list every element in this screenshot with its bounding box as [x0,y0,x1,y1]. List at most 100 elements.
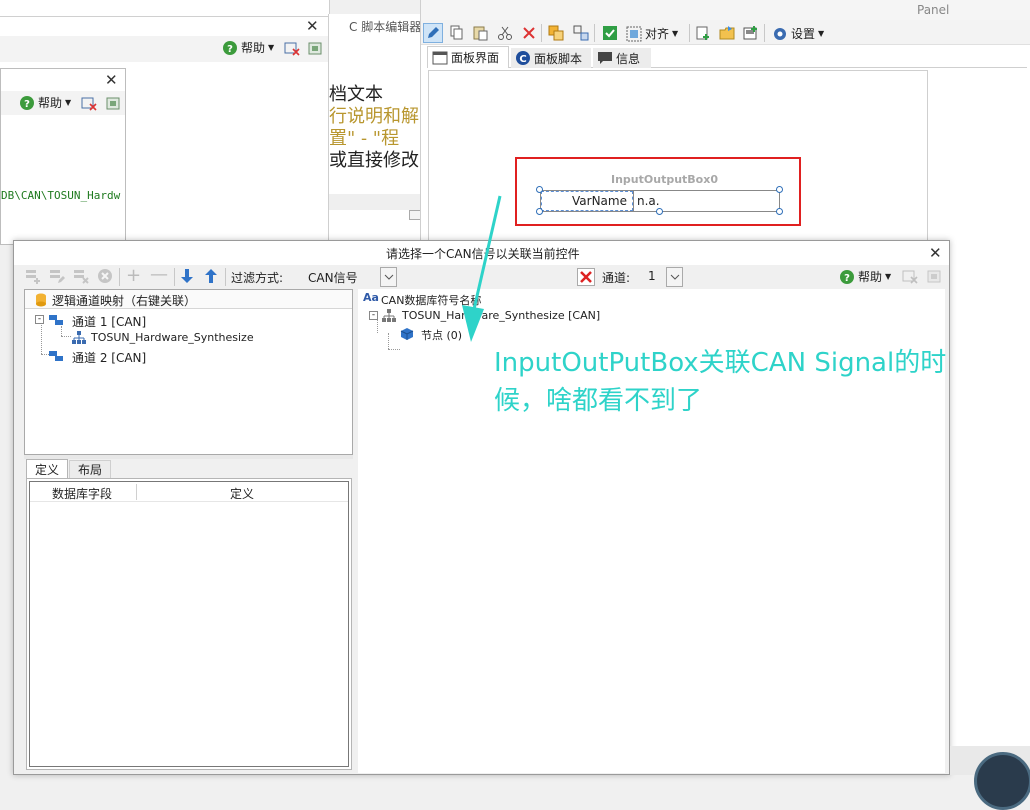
logical-channel-tree-header: 逻辑通道映射（右键关联） [25,290,352,309]
database-path-text: DB\CAN\TOSUN_Hardw [1,189,121,202]
dropdown-caret-icon: ▼ [268,43,275,52]
left-panel-splitter[interactable] [24,455,353,459]
panel-toolbar: 对齐 ▼ 设置 ▼ [421,20,1030,45]
restore-window-icon[interactable] [105,95,121,111]
delete-icon[interactable] [521,25,537,41]
restore-window-icon[interactable] [926,268,942,284]
filter-combo[interactable]: CAN信号 [305,267,397,287]
annotation-line: 候，啥都看不到了 [494,386,703,416]
tree-item-nodes[interactable]: 节点 (0) [398,325,598,343]
settings-label: 设置 [791,27,816,41]
channel-icon [48,348,64,364]
collapse-toggle-icon[interactable]: - [35,315,44,324]
minus-icon[interactable]: — [150,264,168,285]
tab-panel-ui[interactable]: 面板界面 [427,46,509,68]
dialog-close-button[interactable]: ✕ [929,244,942,262]
svg-text:C: C [519,54,526,65]
dialog-title: 请选择一个CAN信号以关联当前控件 [386,247,580,261]
delete-window-icon[interactable] [284,40,300,56]
horizontal-scrollbar[interactable] [329,194,423,210]
can-db-symbol-tree-header: Aa CAN数据库符号名称 [363,291,482,307]
dropdown-caret-icon: ▼ [818,29,825,38]
text-type-icon: Aa [363,291,379,304]
help-dropdown-button-b[interactable]: ? 帮助 ▼ [19,94,71,111]
settings-dropdown-button[interactable]: 设置 ▼ [772,25,824,42]
filter-label: 过滤方式: [231,271,284,285]
script-editor-text: 档文本 行说明和解 置" - "程 或直接修改 [329,84,419,172]
panel-tabs: 面板界面 C 面板脚本 信息 [427,46,1027,68]
paste-icon[interactable] [472,25,488,41]
close-window-a-button[interactable]: ✕ [306,17,319,35]
remove-row-icon[interactable] [73,268,89,284]
add-row-icon[interactable] [25,268,41,284]
window-icon [432,50,448,66]
resize-handle[interactable] [776,208,783,215]
check-icon[interactable] [602,25,618,41]
align-icon [626,26,642,42]
tree-item-database[interactable]: TOSUN_Hardware_Synthesize [57,329,347,347]
widget-value: n.a. [637,194,660,208]
clear-icon[interactable] [97,268,113,284]
dropdown-caret-icon: ▼ [672,29,679,38]
svg-text:?: ? [227,44,233,55]
definition-panel: 数据库字段 定义 [26,478,352,770]
tree-item-channel-1[interactable]: - 通道 1 [CAN] [35,311,335,329]
logical-channel-tree: 逻辑通道映射（右键关联） - 通道 1 [CAN] TOSUN_Hardware… [24,289,353,455]
bring-front-icon[interactable] [548,25,564,41]
resize-handle[interactable] [656,208,663,215]
resize-handle[interactable] [776,186,783,193]
database-icon [33,292,49,308]
message-icon [597,50,613,66]
channel-combo[interactable]: 1 [642,267,684,287]
tab-panel-script[interactable]: C 面板脚本 [511,48,591,68]
resize-handle[interactable] [536,186,543,193]
script-line: 行说明和解 [329,106,419,127]
new-panel-icon[interactable] [695,25,711,41]
help-label: 帮助 [241,41,266,55]
arrow-up-icon[interactable] [203,268,219,284]
dialog-toolbar: + — 过滤方式: CAN信号 通道: 1 ? 帮助 ▼ [14,264,949,289]
background-window-b: ✕ ? 帮助 ▼ DB\CAN\TOSUN_Hardw [0,68,126,245]
group-icon[interactable] [573,25,589,41]
help-icon: ? [222,40,238,56]
copy-icon[interactable] [448,25,464,41]
restore-window-icon[interactable] [307,40,323,56]
annotation-line: InputOutPutBox关联CAN Signal的时 [494,348,947,378]
gear-icon [772,26,788,42]
tab-info[interactable]: 信息 [593,48,651,68]
channel-combo-chevron-icon[interactable] [666,267,683,287]
edit-row-icon[interactable] [49,268,65,284]
channel-label: 通道: [602,271,631,285]
align-dropdown-button[interactable]: 对齐 ▼ [626,25,678,42]
dialog-help-button[interactable]: ? 帮助 ▼ [839,268,891,285]
column-header-definition[interactable]: 定义 [230,485,254,502]
help-dropdown-button[interactable]: ? 帮助 ▼ [222,39,274,56]
delete-window-icon[interactable] [81,95,97,111]
close-window-b-button[interactable]: ✕ [105,71,118,89]
cut-icon[interactable] [497,25,513,41]
save-panel-icon[interactable] [743,25,759,41]
delete-window-icon[interactable] [902,268,918,284]
tree-item-can-database[interactable]: - TOSUN_Hardware_Synthesize [CAN] [366,307,766,325]
collapse-toggle-icon[interactable]: - [369,311,378,320]
help-label: 帮助 [38,96,63,110]
definition-grid: 数据库字段 定义 [29,481,349,767]
resize-handle[interactable] [536,208,543,215]
assistant-badge-icon[interactable] [974,752,1030,810]
tab-definition[interactable]: 定义 [26,459,68,478]
svg-text:?: ? [24,99,30,110]
annotation-text: InputOutPutBox关联CAN Signal的时 候，啥都看不到了 [494,344,1014,420]
arrow-down-icon[interactable] [179,268,195,284]
help-icon: ? [839,269,855,285]
column-header-db-field[interactable]: 数据库字段 [52,485,112,502]
c-language-icon: C [515,50,531,66]
filter-combo-chevron-icon[interactable] [380,267,397,287]
tab-layout[interactable]: 布局 [69,460,111,478]
help-icon: ? [19,95,35,111]
edit-pencil-icon[interactable] [423,23,443,43]
node-cube-icon [400,327,416,343]
plus-icon[interactable]: + [126,265,141,286]
tree-item-channel-2[interactable]: 通道 2 [CAN] [35,347,335,365]
clear-filter-icon[interactable] [577,268,595,286]
open-folder-icon[interactable] [719,25,735,41]
